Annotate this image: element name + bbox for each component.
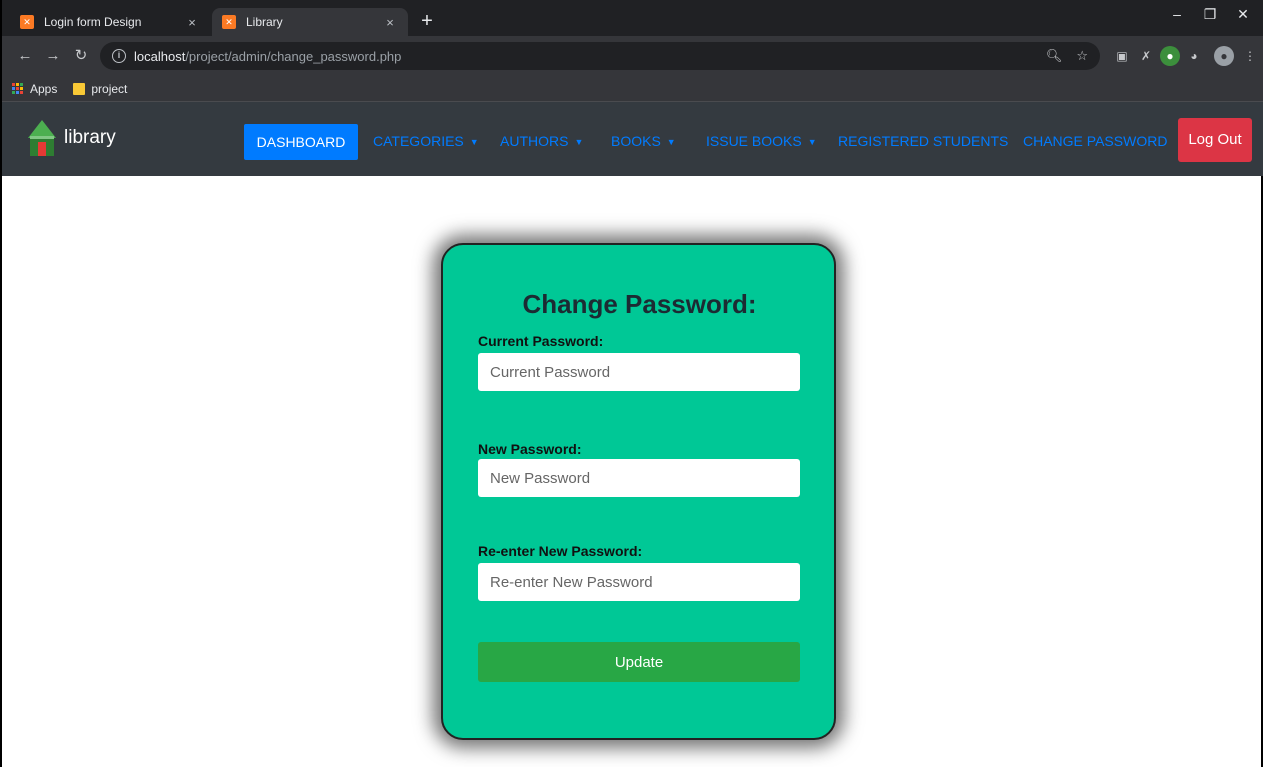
new-password-label: New Password: [478, 441, 582, 457]
reenter-password-input[interactable] [478, 563, 800, 601]
caret-down-icon: ▼ [574, 137, 584, 147]
tab-close-icon[interactable]: × [382, 15, 398, 30]
profile-avatar-icon[interactable]: ● [1214, 46, 1234, 66]
current-password-input[interactable] [478, 353, 800, 391]
browser-tab-login[interactable]: ✕ Login form Design × [10, 8, 210, 36]
url-path: /project/admin/change_password.php [185, 48, 402, 64]
extension-icon[interactable]: ● [1160, 46, 1180, 66]
nav-change-password[interactable]: CHANGE PASSWORD [1023, 126, 1167, 156]
nav-authors[interactable]: AUTHORS ▼ [500, 126, 583, 156]
folder-icon [73, 82, 86, 95]
logout-button[interactable]: Log Out [1178, 118, 1252, 162]
current-password-label: Current Password: [478, 333, 604, 349]
brand-name: library [64, 127, 116, 148]
browser-window: ✕ Login form Design × ✕ Library × + – ❐ … [0, 0, 1263, 767]
reenter-password-label: Re-enter New Password: [478, 543, 643, 559]
tab-close-icon[interactable]: × [184, 15, 200, 30]
bookmark-star-icon[interactable]: ☆ [1076, 48, 1088, 64]
extension-icon[interactable]: ▣ [1112, 46, 1132, 66]
nav-registered-students[interactable]: REGISTERED STUDENTS [838, 126, 1008, 156]
nav-label: BOOKS [611, 133, 661, 149]
tab-title: Library [246, 15, 283, 29]
bookmark-label: Apps [30, 81, 58, 96]
brand-link[interactable]: library [26, 118, 116, 158]
bookmark-label: project [91, 81, 128, 96]
nav-label: CATEGORIES [373, 133, 464, 149]
browser-toolbar: ← → ↻ i localhost /project/admin/change_… [2, 36, 1263, 76]
change-password-card: Change Password: Current Password: New P… [441, 243, 836, 740]
reload-icon[interactable]: ↻ [70, 45, 92, 67]
forward-icon[interactable]: → [42, 45, 64, 67]
nav-label: ISSUE BOOKS [706, 133, 802, 149]
tab-strip: ✕ Login form Design × ✕ Library × + – ❐ … [2, 0, 1263, 36]
caret-down-icon: ▼ [807, 137, 817, 147]
caret-down-icon: ▼ [469, 137, 479, 147]
apps-grid-icon [12, 82, 24, 95]
browser-tab-library[interactable]: ✕ Library × [212, 8, 408, 36]
bookmarks-bar: Apps project [2, 76, 1263, 102]
caret-down-icon: ▼ [666, 137, 676, 147]
new-tab-icon[interactable]: + [416, 10, 438, 32]
restore-icon[interactable]: ❐ [1195, 6, 1225, 23]
update-button[interactable]: Update [478, 642, 800, 682]
nav-dashboard[interactable]: DASHBOARD [244, 124, 358, 160]
nav-books[interactable]: BOOKS ▼ [611, 126, 676, 156]
extension-icon[interactable]: ✗ [1136, 46, 1156, 66]
xampp-favicon-icon: ✕ [20, 15, 34, 29]
new-password-input[interactable] [478, 459, 800, 497]
nav-issue-books[interactable]: ISSUE BOOKS ▼ [706, 126, 817, 156]
tab-title: Login form Design [44, 15, 142, 29]
xampp-favicon-icon: ✕ [222, 15, 236, 29]
address-bar[interactable]: i localhost /project/admin/change_passwo… [100, 42, 1100, 70]
close-window-icon[interactable]: ✕ [1228, 6, 1258, 23]
bookmark-apps[interactable]: Apps [12, 82, 57, 96]
bookmark-project[interactable]: project [73, 82, 127, 96]
zoom-icon[interactable]: 🔍︎ [1046, 48, 1063, 64]
form-title: Change Password: [522, 289, 757, 319]
extension-icon[interactable]: ◕ [1184, 46, 1204, 66]
menu-kebab-icon[interactable]: ⋮ [1240, 46, 1260, 66]
nav-categories[interactable]: CATEGORIES ▼ [373, 126, 479, 156]
site-info-icon[interactable]: i [112, 49, 126, 63]
nav-label: AUTHORS [500, 133, 569, 149]
url-host: localhost [134, 48, 186, 64]
back-icon[interactable]: ← [14, 45, 36, 67]
library-logo-icon [26, 118, 58, 158]
app-navbar: library CATEGORIES ▼ AUTHORS ▼ BOOKS ▼ ISSU… [2, 102, 1263, 176]
minimize-icon[interactable]: – [1162, 6, 1192, 22]
